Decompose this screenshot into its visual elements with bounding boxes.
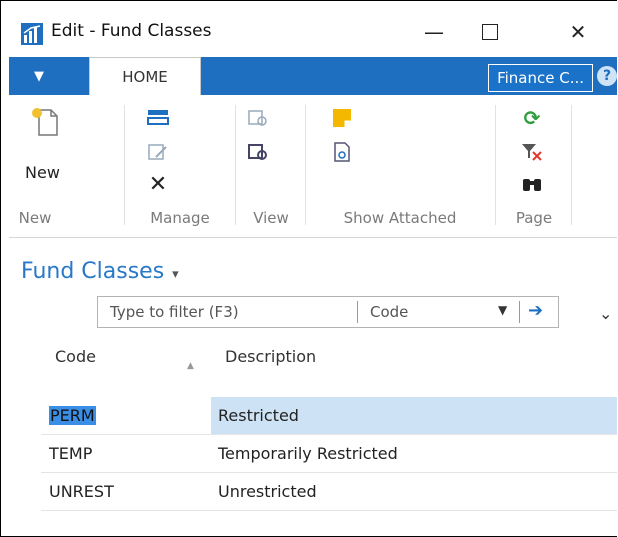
selected-text: PERM [49, 406, 96, 425]
help-glyph: ? [602, 68, 612, 84]
filter-bar: Type to filter (F3) Code ▼ ➔ [97, 296, 559, 328]
clear-filter-icon[interactable] [521, 141, 543, 163]
view-icon[interactable] [247, 107, 269, 129]
group-manage: ✕ Manage [129, 101, 231, 233]
ribbon-separator [124, 105, 125, 225]
filter-divider [357, 301, 358, 323]
ribbon-separator [305, 105, 306, 225]
edit-icon[interactable] [147, 141, 169, 163]
notes-icon[interactable] [331, 107, 353, 129]
delete-icon[interactable]: ✕ [147, 172, 169, 197]
maximize-button[interactable] [467, 15, 513, 49]
cell-description[interactable]: Temporarily Restricted [218, 444, 398, 463]
tab-home[interactable]: HOME [89, 57, 201, 96]
cell-description[interactable]: Restricted [218, 406, 299, 425]
new-button-label: New [25, 163, 60, 182]
filter-input[interactable]: Type to filter (F3) [110, 303, 239, 321]
view-list-icon[interactable] [247, 141, 269, 163]
minimize-button[interactable]: — [411, 15, 457, 49]
company-badge[interactable]: Finance C... [488, 64, 593, 92]
group-new-label: New [18, 209, 52, 227]
ribbon-separator [495, 105, 496, 225]
group-view-label: View [253, 209, 289, 227]
cell-code[interactable]: TEMP [49, 444, 92, 463]
page-header: Fund Classes ▾ [21, 259, 179, 284]
title-dropdown-icon[interactable]: ▾ [172, 267, 179, 282]
expand-chevron-icon[interactable]: ⌄ [599, 304, 612, 323]
page-title[interactable]: Fund Classes [21, 259, 164, 284]
app-menu-button[interactable]: ▼ [9, 57, 69, 95]
filter-divider [519, 301, 520, 323]
find-binoculars-icon[interactable] [521, 173, 543, 195]
ribbon-separator [571, 105, 572, 225]
ribbon: New New ✕ Manage View Show Attached ⟳ Pa… [9, 95, 617, 238]
table-row[interactable]: PERM Restricted [41, 397, 617, 435]
group-new: New New [9, 101, 119, 233]
filter-field-select[interactable]: Code [370, 303, 408, 321]
title-bar: Edit - Fund Classes — ✕ [1, 1, 617, 57]
group-manage-label: Manage [150, 209, 210, 227]
refresh-icon[interactable]: ⟳ [521, 106, 543, 130]
triangle-down-icon: ▼ [34, 68, 44, 84]
app-window: Edit - Fund Classes — ✕ ▼ HOME Finance C… [0, 0, 617, 537]
tab-home-label: HOME [122, 68, 168, 86]
cell-description[interactable]: Unrestricted [218, 482, 317, 501]
cell-code[interactable]: PERM [49, 406, 96, 425]
table-row[interactable]: TEMP Temporarily Restricted [41, 435, 617, 473]
group-page-label: Page [515, 209, 553, 227]
maximize-icon [482, 24, 498, 40]
links-icon[interactable] [331, 141, 353, 163]
group-show-attached: Show Attached [309, 101, 491, 233]
help-icon[interactable]: ? [597, 66, 617, 86]
ribbon-separator [235, 105, 236, 225]
arrow-right-icon[interactable]: ➔ [528, 300, 543, 321]
new-document-icon [32, 108, 58, 136]
group-view: View [241, 101, 301, 233]
minimize-icon: — [424, 20, 444, 44]
window-title: Edit - Fund Classes [51, 21, 212, 41]
ribbon-tab-bar: ▼ HOME Finance C... ? [9, 57, 617, 96]
column-header-code[interactable]: Code [55, 347, 96, 366]
new-button[interactable]: New [13, 101, 73, 191]
cell-code[interactable]: UNREST [49, 482, 114, 501]
close-icon: ✕ [569, 20, 587, 44]
group-show-attached-label: Show Attached [343, 209, 457, 227]
column-header-description[interactable]: Description [225, 347, 316, 366]
sort-ascending-icon: ▲ [187, 361, 194, 371]
chevron-down-icon[interactable]: ▼ [498, 303, 507, 317]
group-page: ⟳ Page [501, 101, 567, 233]
close-button[interactable]: ✕ [555, 15, 601, 49]
company-name: Finance C... [497, 69, 584, 87]
app-chart-icon [21, 23, 43, 45]
table-row[interactable]: UNREST Unrestricted [41, 473, 617, 511]
edit-list-icon[interactable] [147, 107, 169, 129]
